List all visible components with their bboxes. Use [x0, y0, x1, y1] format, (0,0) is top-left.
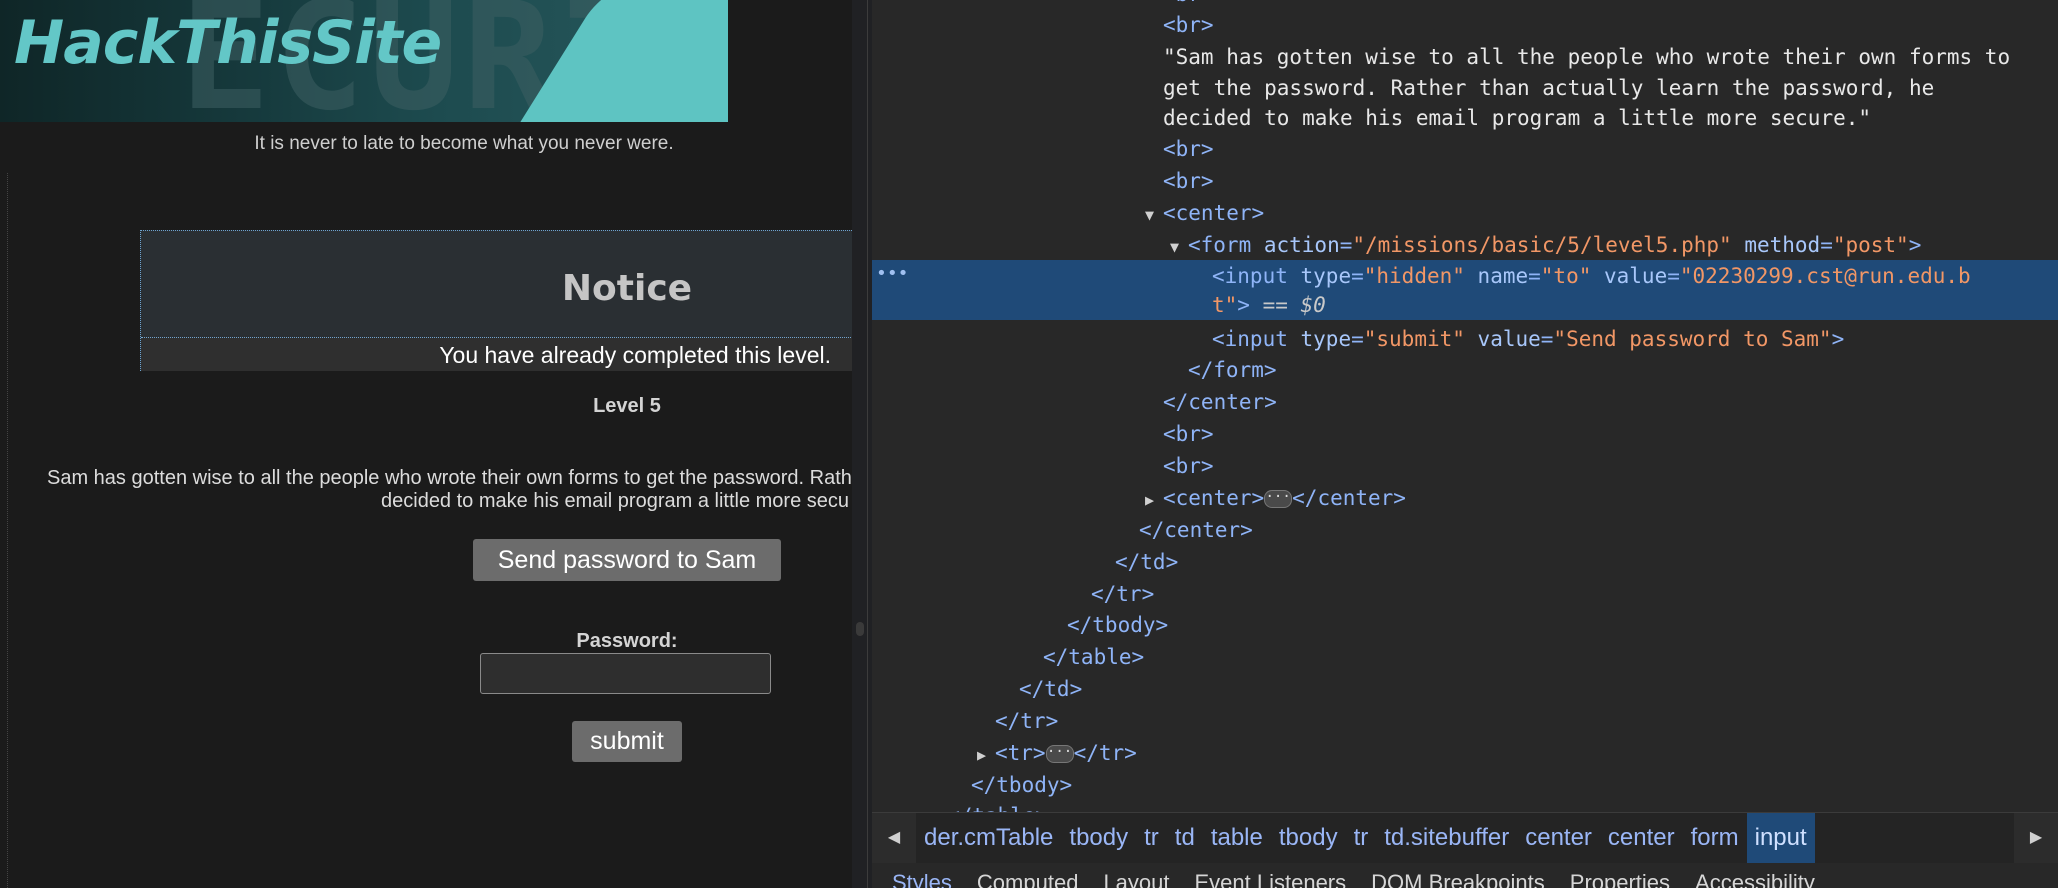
tree-row-tr-collapsed[interactable]: ▶ <tr>···</tr> [872, 737, 2058, 769]
breadcrumb-item[interactable]: center [1600, 813, 1683, 863]
input-name-value: "to" [1540, 264, 1592, 288]
sidebar-tabs: Styles Computed Layout Event Listeners DOM B… [872, 863, 2058, 888]
expand-triangle-icon[interactable]: ▶ [977, 739, 995, 771]
breadcrumb-item[interactable]: der.cmTable [916, 813, 1061, 863]
tree-row-center-collapsed[interactable]: ▶ <center>···</center> [872, 482, 2058, 514]
panel-resizer[interactable] [852, 0, 872, 888]
page-divider [7, 173, 8, 888]
input-value-part1: "02230299.cst@run.edu.b [1679, 264, 1971, 288]
password-input[interactable] [480, 653, 771, 694]
breadcrumb-item[interactable]: tr [1346, 813, 1377, 863]
site-banner[interactable]: ECURITY HackThisSite [0, 0, 728, 122]
collapsed-ellipsis-icon[interactable]: ··· [1045, 745, 1074, 763]
elements-tree[interactable]: <br> <br> "Sam has gotten wise to all th… [872, 0, 2058, 812]
tab-dom-breakpoints[interactable]: DOM Breakpoints [1371, 863, 1545, 888]
breadcrumb-item[interactable]: center [1517, 813, 1600, 863]
tree-row[interactable]: </td> [872, 673, 2058, 705]
level-title: Level 5 [593, 395, 661, 417]
breadcrumb-item-current[interactable]: input [1746, 813, 1815, 863]
tree-row[interactable]: </tbody> [872, 609, 2058, 641]
breadcrumb-items: der.cmTable tbody tr td table tbody tr td.siteb… [916, 813, 2014, 863]
web-page: ECURITY HackThisSite It is never to late… [0, 0, 852, 888]
send-password-button[interactable]: Send password to Sam [473, 539, 781, 581]
tree-row[interactable]: </form> [872, 354, 2058, 386]
notice-message: You have already completed this level. [439, 342, 831, 368]
level-description-line2: decided to make his email program a litt… [381, 490, 849, 512]
tree-row-submit-input[interactable]: <input type="submit" value="Send passwor… [872, 323, 2058, 355]
tree-row[interactable]: </center> [872, 386, 2058, 418]
tab-layout[interactable]: Layout [1103, 863, 1169, 888]
breadcrumb: ◀ der.cmTable tbody tr td table tbody tr td.sit… [872, 812, 2058, 864]
text-node-line1: "Sam has gotten wise to all the people w… [1163, 45, 2011, 69]
breadcrumb-item[interactable]: tr [1136, 813, 1167, 863]
notice-box: Notice You have already completed this l… [140, 230, 852, 371]
breadcrumb-item[interactable]: td.sitebuffer [1376, 813, 1517, 863]
notice-title: Notice [561, 268, 693, 309]
text-node-line2: get the password. Rather than actually l… [1163, 76, 1935, 100]
breadcrumb-item[interactable]: table [1203, 813, 1271, 863]
tree-row[interactable]: </tbody> [872, 769, 2058, 801]
tree-text-node[interactable]: decided to make his email program a litt… [872, 102, 2058, 134]
tree-text-node[interactable]: get the password. Rather than actually l… [872, 72, 2058, 104]
resizer-line [867, 0, 868, 888]
site-logo[interactable]: HackThisSite [14, 8, 442, 78]
breadcrumb-item[interactable]: form [1683, 813, 1747, 863]
form-action-value: "/missions/basic/5/level5.php" [1352, 233, 1732, 257]
tree-row-form[interactable]: ▼ <form action="/missions/basic/5/level5.… [872, 229, 2058, 261]
tree-row[interactable]: <br> [872, 9, 2058, 41]
tree-row[interactable]: </table> [872, 641, 2058, 673]
tree-row[interactable]: </table> [872, 800, 2058, 812]
collapsed-ellipsis-icon[interactable]: ··· [1264, 490, 1293, 508]
password-label: Password: [576, 630, 678, 652]
tab-accessibility[interactable]: Accessibility [1695, 863, 1815, 888]
input-type-value: "hidden" [1363, 264, 1465, 288]
resizer-grip[interactable] [856, 622, 864, 636]
tab-computed[interactable]: Computed [977, 863, 1079, 888]
tab-properties[interactable]: Properties [1570, 863, 1670, 888]
tree-row[interactable]: <br> [872, 450, 2058, 482]
breadcrumb-item[interactable]: tbody [1061, 813, 1136, 863]
expand-triangle-icon[interactable]: ▼ [1145, 199, 1163, 231]
tree-row[interactable]: </tr> [872, 705, 2058, 737]
expand-triangle-icon[interactable]: ▼ [1170, 231, 1188, 263]
breadcrumb-scroll-left-icon[interactable]: ◀ [872, 813, 916, 863]
level-description-line1: Sam has gotten wise to all the people wh… [47, 467, 852, 489]
breadcrumb-scroll-right-icon[interactable]: ▶ [2014, 813, 2058, 863]
breadcrumb-item[interactable]: td [1167, 813, 1203, 863]
tree-row[interactable]: <br> [872, 418, 2058, 450]
expand-triangle-icon[interactable]: ▶ [1145, 484, 1163, 516]
dollar-zero-marker: == $0 [1262, 293, 1326, 317]
text-node-line3: decided to make his email program a litt… [1163, 106, 1872, 130]
tree-row[interactable]: <br> [872, 133, 2058, 165]
submit-type-value: "submit" [1363, 327, 1465, 351]
tree-row-selected-input[interactable]: ••• <input type="hidden" name="to" value… [872, 260, 2058, 320]
tab-event-listeners[interactable]: Event Listeners [1195, 863, 1347, 888]
tree-row-center[interactable]: ▼ <center> [872, 197, 2058, 229]
site-tagline: It is never to late to become what you n… [254, 133, 674, 154]
devtools-panel: <br> <br> "Sam has gotten wise to all th… [872, 0, 2058, 888]
submit-value-value: "Send password to Sam" [1553, 327, 1832, 351]
tree-row[interactable]: <br> [872, 165, 2058, 197]
tree-row[interactable]: </tr> [872, 578, 2058, 610]
breadcrumb-item[interactable]: tbody [1271, 813, 1346, 863]
tree-text-node[interactable]: "Sam has gotten wise to all the people w… [872, 41, 2058, 73]
tree-row[interactable]: </center> [872, 514, 2058, 546]
tab-styles[interactable]: Styles [892, 863, 952, 888]
tree-row[interactable]: </td> [872, 546, 2058, 578]
form-method-value: "post" [1832, 233, 1909, 257]
submit-button[interactable]: submit [572, 721, 682, 762]
input-value-part2: t" [1212, 293, 1238, 317]
